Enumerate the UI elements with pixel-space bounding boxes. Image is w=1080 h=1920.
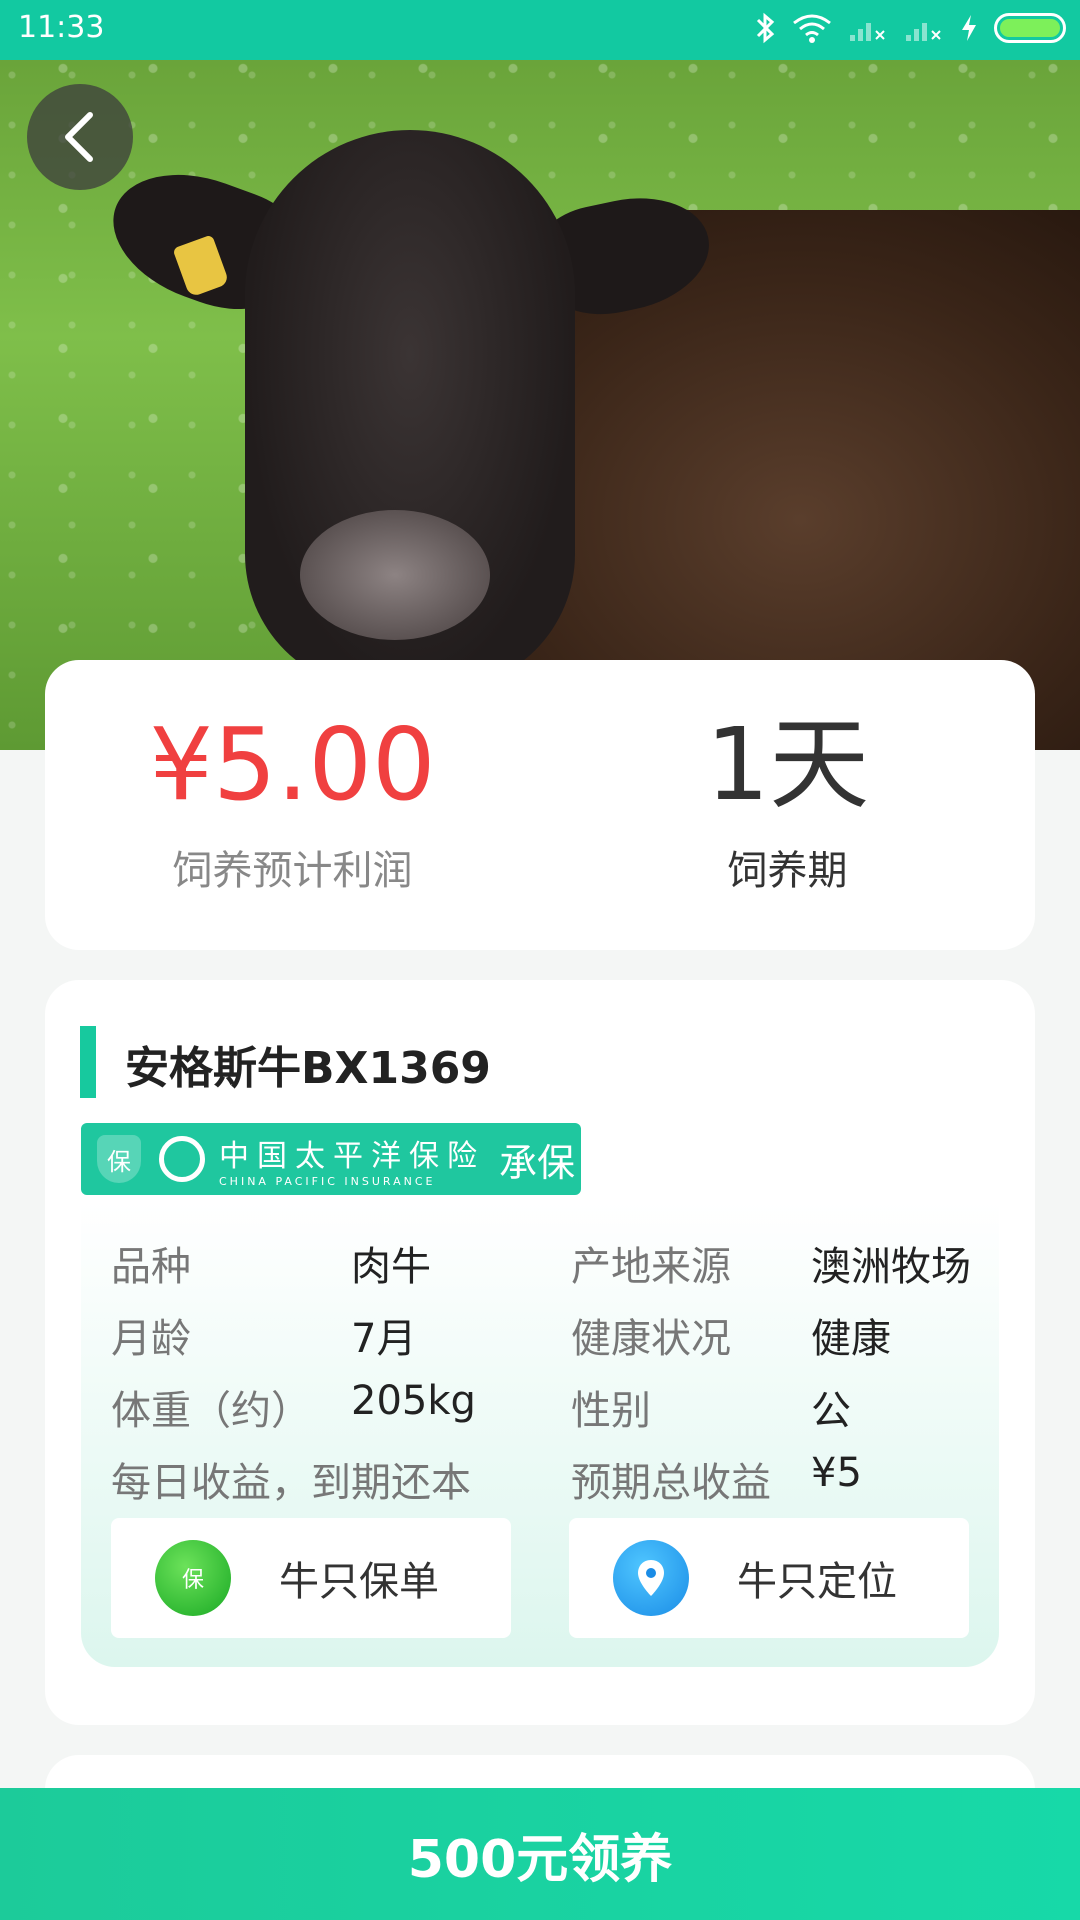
detail-row: 体重（约） 205kg 性别 公 [81, 1378, 999, 1438]
detail-label: 月龄 [111, 1316, 191, 1362]
adopt-label: 500元领养 [407, 1829, 673, 1890]
adopt-button[interactable]: 500元领养 [0, 1788, 1080, 1920]
insurer-name-cn: 中国太平洋保险 [219, 1138, 485, 1174]
status-bar: 11:33 [0, 0, 1080, 60]
cow-location-label: 牛只定位 [737, 1559, 897, 1605]
location-pin-icon [613, 1540, 689, 1616]
profit-value: ¥5.00 [149, 706, 436, 823]
detail-row: 月龄 7月 健康状况 健康 [81, 1306, 999, 1366]
period-value: 1天 [705, 706, 870, 823]
insurance-tag: 承保 [499, 1140, 576, 1185]
detail-value: 公 [811, 1388, 851, 1434]
detail-value: 肉牛 [351, 1244, 431, 1290]
period-stat: 1天 饲养期 [540, 710, 1035, 896]
shield-icon: 保 [155, 1540, 231, 1616]
detail-label: 健康状况 [571, 1316, 731, 1362]
signal-icon [850, 23, 885, 41]
title-accent-bar [80, 1026, 96, 1098]
product-card: 安格斯牛BX1369 保 中国太平洋保险 CHINA PACIFIC INSUR… [45, 980, 1035, 1725]
detail-value: 健康 [811, 1316, 891, 1362]
profit-label: 饲养预计利润 [172, 848, 413, 894]
insurer-logo-icon [159, 1136, 205, 1182]
detail-label: 每日收益，到期还本 [111, 1460, 471, 1506]
bluetooth-icon [756, 12, 775, 44]
detail-value: 7月 [351, 1316, 417, 1362]
detail-row: 每日收益，到期还本 预期总收益 ¥5 [81, 1450, 999, 1510]
detail-label: 预期总收益 [571, 1460, 771, 1506]
insurer-name: 中国太平洋保险 CHINA PACIFIC INSURANCE [219, 1131, 485, 1188]
detail-label: 性别 [571, 1388, 651, 1434]
back-arrow-icon [65, 112, 93, 162]
cow-policy-button[interactable]: 保 牛只保单 [111, 1518, 511, 1638]
detail-value: 205kg [351, 1378, 476, 1424]
shield-icon: 保 [97, 1135, 141, 1183]
period-label: 饲养期 [727, 848, 848, 894]
wifi-icon [793, 14, 831, 43]
battery-icon [994, 13, 1066, 43]
cow-policy-label: 牛只保单 [279, 1559, 439, 1605]
cow-location-button[interactable]: 牛只定位 [569, 1518, 969, 1638]
hero-image [0, 60, 1080, 750]
insurance-banner: 保 中国太平洋保险 CHINA PACIFIC INSURANCE 承保 [81, 1123, 581, 1195]
product-title: 安格斯牛BX1369 [125, 1043, 491, 1094]
signal-icon [906, 23, 941, 41]
detail-value: 澳洲牧场 [811, 1244, 971, 1290]
insurer-name-en: CHINA PACIFIC INSURANCE [219, 1174, 436, 1188]
stats-card: ¥5.00 饲养预计利润 1天 饲养期 [45, 660, 1035, 950]
detail-value: ¥5 [811, 1450, 862, 1496]
status-icons [754, 12, 1066, 44]
detail-label: 品种 [111, 1244, 191, 1290]
details-panel: 品种 肉牛 产地来源 澳洲牧场 月龄 7月 健康状况 健康 体重（约） 205k… [81, 1202, 999, 1667]
back-button[interactable] [27, 84, 133, 190]
detail-label: 产地来源 [571, 1244, 731, 1290]
detail-row: 品种 肉牛 产地来源 澳洲牧场 [81, 1234, 999, 1294]
profit-stat: ¥5.00 饲养预计利润 [45, 710, 540, 896]
detail-label: 体重（约） [111, 1388, 311, 1434]
cow-nose [300, 510, 490, 640]
charging-icon [962, 15, 976, 41]
status-time: 11:33 [18, 10, 105, 45]
